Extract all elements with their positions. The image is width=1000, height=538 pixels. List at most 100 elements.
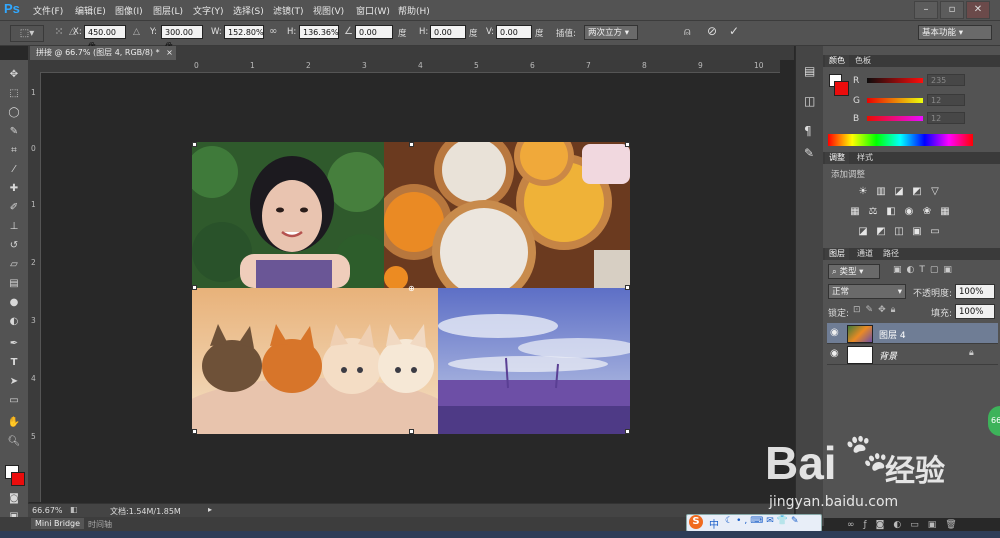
cancel-transform-icon[interactable]: ⊘ xyxy=(707,24,717,38)
transform-tool-preset-icon[interactable]: ⬚▾ xyxy=(10,25,44,42)
transform-handle[interactable] xyxy=(625,142,630,147)
reference-point-icon[interactable]: ⁙ xyxy=(52,25,66,39)
history-brush-tool-icon[interactable]: ↺ xyxy=(6,239,22,253)
transform-handle[interactable] xyxy=(192,142,197,147)
vibrance-icon[interactable]: ▽ xyxy=(929,186,941,197)
color-foreground-swatch[interactable] xyxy=(834,81,849,96)
document-tab[interactable]: 拼接 @ 66.7% (图层 4, RGB/8) * × xyxy=(30,46,176,60)
clone-stamp-tool-icon[interactable]: ⊥ xyxy=(6,220,22,234)
rectangle-tool-icon[interactable]: ▭ xyxy=(6,394,22,408)
eyedropper-tool-icon[interactable]: ⁄ xyxy=(6,163,22,177)
layer-filter-select[interactable]: ⌕ 类型 ▾ xyxy=(828,264,880,279)
brightness-icon[interactable]: ☀ xyxy=(857,186,869,197)
menu-filter[interactable]: 滤镜(T) xyxy=(273,4,304,17)
layer-footer-icons[interactable]: ∞ƒ◙◐▭▣🗑︎ xyxy=(847,520,966,530)
channel-mixer-icon[interactable]: ❀ xyxy=(921,206,933,217)
layer-row-selected[interactable]: ◉ 图层 4 xyxy=(827,323,998,344)
brush-tool-icon[interactable]: ✐ xyxy=(6,201,22,215)
menu-type[interactable]: 文字(Y) xyxy=(193,4,224,17)
photo-filter-icon[interactable]: ◉ xyxy=(903,206,915,217)
blend-mode-select[interactable]: 正常 ▾ xyxy=(828,284,906,299)
tab-styles[interactable]: 样式 xyxy=(853,152,877,164)
layer-filter-icons[interactable]: ▣◐T▢▣ xyxy=(893,265,957,275)
menu-file[interactable]: 文件(F) xyxy=(33,4,63,17)
red-slider[interactable] xyxy=(867,78,923,83)
workspace-select[interactable]: 基本功能 ▾ xyxy=(918,25,992,40)
marquee-tool-icon[interactable]: ⬚ xyxy=(6,87,22,101)
visibility-eye-icon[interactable]: ◉ xyxy=(830,327,839,338)
levels-icon[interactable]: ▥ xyxy=(875,186,887,197)
document-canvas[interactable]: ⊕ xyxy=(192,142,630,434)
hskew-input[interactable]: 0.00 xyxy=(430,25,466,39)
fill-input[interactable]: 100% xyxy=(955,304,995,319)
menu-layer[interactable]: 图层(L) xyxy=(153,4,183,17)
ime-icons[interactable]: ☾•,⌨✉👕✎ xyxy=(725,516,802,526)
link-icon[interactable]: ∞ xyxy=(269,26,277,37)
interpolation-select[interactable]: 两次立方 ▾ xyxy=(584,25,638,40)
tab-swatches[interactable]: 色板 xyxy=(851,55,875,67)
status-menu-icon[interactable]: ◧ xyxy=(70,505,78,514)
tab-channels[interactable]: 通道 xyxy=(853,248,877,260)
invert-icon[interactable]: ◪ xyxy=(857,226,869,237)
path-select-tool-icon[interactable]: ➤ xyxy=(6,375,22,389)
color-lookup-icon[interactable]: ▦ xyxy=(939,206,951,217)
blue-slider[interactable] xyxy=(867,116,923,121)
black-white-icon[interactable]: ◧ xyxy=(885,206,897,217)
gradient-map-icon[interactable]: ▭ xyxy=(929,226,941,237)
transform-handle[interactable] xyxy=(409,142,414,147)
selective-color-icon[interactable]: ▣ xyxy=(911,226,923,237)
menu-window[interactable]: 窗口(W) xyxy=(356,4,390,17)
tab-layers[interactable]: 图层 xyxy=(825,248,849,260)
height-input[interactable]: 136.36% xyxy=(299,25,339,39)
crop-tool-icon[interactable]: ⌗ xyxy=(6,144,22,158)
ime-toolbar[interactable]: S 中 ☾•,⌨✉👕✎ xyxy=(686,514,822,532)
transform-handle[interactable] xyxy=(625,285,630,290)
visibility-eye-icon[interactable]: ◉ xyxy=(830,348,839,359)
lasso-tool-icon[interactable]: ◯ xyxy=(6,106,22,120)
menu-view[interactable]: 视图(V) xyxy=(313,4,344,17)
tab-adjustments[interactable]: 调整 xyxy=(825,152,849,164)
move-tool-icon[interactable]: ✥ xyxy=(6,68,22,82)
maximize-button[interactable]: ▫ xyxy=(940,1,964,19)
dodge-tool-icon[interactable]: ◐ xyxy=(6,315,22,329)
x-input[interactable]: 450.00 像 xyxy=(84,25,126,51)
gradient-tool-icon[interactable]: ▤ xyxy=(6,277,22,291)
threshold-icon[interactable]: ◫ xyxy=(893,226,905,237)
menu-help[interactable]: 帮助(H) xyxy=(398,4,430,17)
blue-input[interactable]: 12 xyxy=(927,112,965,124)
layer-name[interactable]: 背景 xyxy=(879,349,897,362)
type-tool-icon[interactable]: T xyxy=(6,356,22,370)
y-input[interactable]: 300.00 像 xyxy=(161,25,203,51)
history-panel-icon[interactable]: ▤ xyxy=(804,64,815,78)
menu-select[interactable]: 选择(S) xyxy=(233,4,264,17)
zoom-level[interactable]: 66.67% xyxy=(32,506,63,515)
exposure-icon[interactable]: ◩ xyxy=(911,186,923,197)
tab-timeline[interactable]: 时间轴 xyxy=(88,519,112,530)
quick-mask-icon[interactable]: ◙ xyxy=(6,492,22,506)
layer-row[interactable]: ◉ 背景 🔒︎ xyxy=(827,344,998,365)
commit-transform-icon[interactable]: ✓ xyxy=(729,24,739,38)
green-slider[interactable] xyxy=(867,98,923,103)
transform-handle[interactable] xyxy=(192,429,197,434)
minimize-button[interactable]: – xyxy=(914,1,938,19)
paragraph-panel-icon[interactable]: ¶ xyxy=(804,124,812,138)
status-arrow-icon[interactable]: ▸ xyxy=(208,505,212,514)
floating-assistant-badge[interactable]: 66 xyxy=(988,406,1000,436)
transform-handle[interactable] xyxy=(625,429,630,434)
menu-image[interactable]: 图像(I) xyxy=(115,4,143,17)
close-window-button[interactable]: ✕ xyxy=(966,1,990,19)
transform-handle[interactable] xyxy=(192,285,197,290)
ime-mode-label[interactable]: 中 xyxy=(709,516,719,531)
layer-name[interactable]: 图层 4 xyxy=(879,328,906,341)
posterize-icon[interactable]: ◩ xyxy=(875,226,887,237)
tab-paths[interactable]: 路径 xyxy=(879,248,903,260)
healing-brush-tool-icon[interactable]: ✚ xyxy=(6,182,22,196)
eraser-tool-icon[interactable]: ▱ xyxy=(6,258,22,272)
warp-icon[interactable]: ⍝ xyxy=(684,25,691,39)
width-input[interactable]: 152.80% xyxy=(224,25,264,39)
transform-handle[interactable] xyxy=(409,429,414,434)
menu-edit[interactable]: 编辑(E) xyxy=(75,4,106,17)
brush-panel-icon[interactable]: ✎ xyxy=(804,146,814,160)
tab-mini-bridge[interactable]: Mini Bridge xyxy=(31,518,85,529)
quick-select-tool-icon[interactable]: ✎ xyxy=(6,125,22,139)
